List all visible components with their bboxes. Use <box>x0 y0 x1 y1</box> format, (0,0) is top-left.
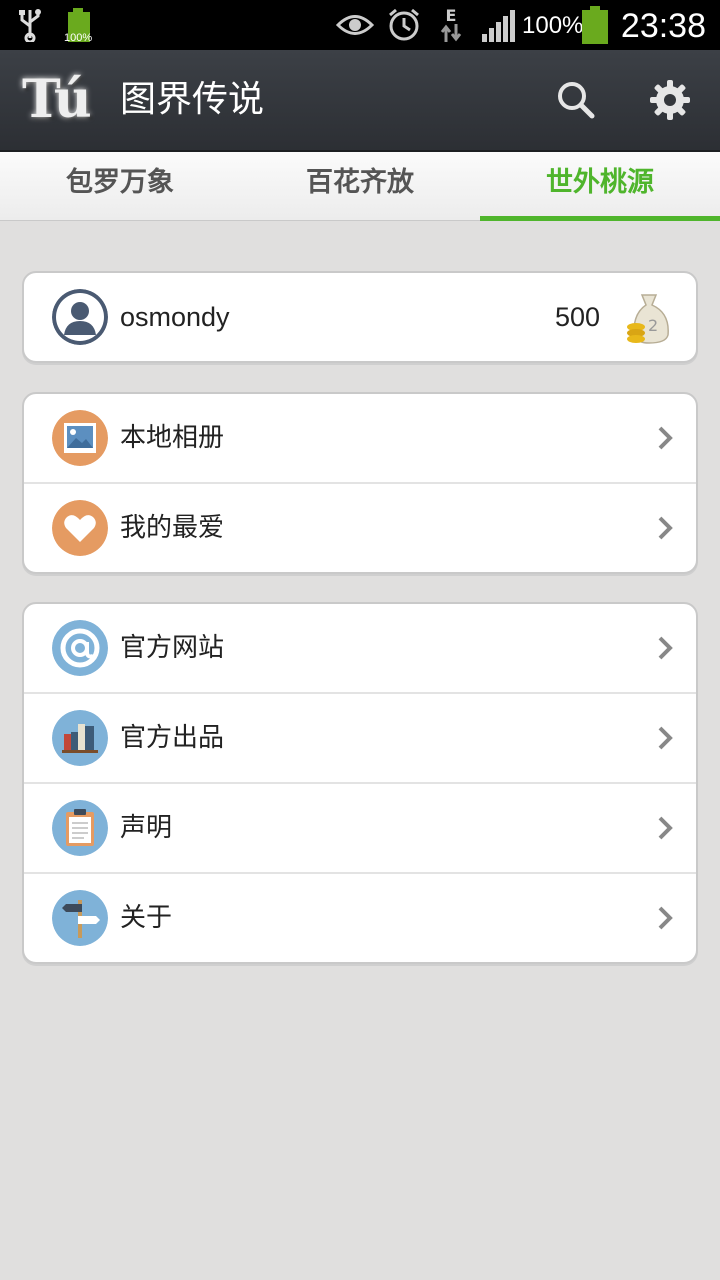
data-activity-icon: E <box>440 0 462 50</box>
list-item-about[interactable]: 关于 <box>24 872 696 962</box>
settings-button[interactable] <box>646 76 694 124</box>
tab-gallery[interactable]: 百花齐放 <box>240 152 480 220</box>
signpost-icon <box>52 890 108 946</box>
app-logo: Tú <box>22 69 92 130</box>
chevron-right-icon <box>658 516 673 540</box>
heart-icon <box>52 500 108 556</box>
battery-small-label: 100% <box>64 32 93 44</box>
chevron-right-icon <box>658 816 673 840</box>
svg-text:2: 2 <box>648 316 658 335</box>
battery-icon <box>582 0 608 50</box>
list-item-favorites[interactable]: 我的最爱 <box>24 482 696 572</box>
list-item-label: 官方出品 <box>120 723 225 753</box>
clipboard-icon <box>52 800 108 856</box>
eye-icon <box>336 0 374 50</box>
chevron-right-icon <box>658 636 673 660</box>
list-item-local-album[interactable]: 本地相册 <box>24 394 696 482</box>
list-item-official-website[interactable]: 官方网站 <box>24 604 696 692</box>
tab-paradise[interactable]: 世外桃源 <box>480 152 720 221</box>
list-item-statement[interactable]: 声明 <box>24 782 696 872</box>
list-item-label: 我的最爱 <box>120 513 225 543</box>
search-button[interactable] <box>552 76 600 124</box>
chevron-right-icon <box>658 906 673 930</box>
battery-percent: 100% <box>522 12 584 39</box>
action-bar: Tú 图界传说 <box>0 50 720 152</box>
app-title: 图界传说 <box>120 79 265 120</box>
chevron-right-icon <box>658 726 673 750</box>
alarm-icon <box>386 0 422 50</box>
user-avatar-icon <box>52 289 108 345</box>
search-icon <box>558 82 595 119</box>
profile-card: osmondy 500 2 <box>22 271 698 363</box>
signal-icon <box>482 0 518 50</box>
list-item-label: 本地相册 <box>120 423 225 453</box>
list-item-label: 声明 <box>120 813 173 843</box>
money-bag-icon: 2 <box>627 294 669 344</box>
at-sign-icon <box>52 620 108 676</box>
photo-icon <box>52 410 108 466</box>
library-card: 本地相册 我的最爱 <box>22 392 698 574</box>
clock-time: 23:38 <box>620 7 706 45</box>
profile-row[interactable]: osmondy 500 2 <box>24 273 696 361</box>
gear-icon <box>650 80 690 120</box>
books-icon <box>52 710 108 766</box>
tab-all[interactable]: 包罗万象 <box>0 152 240 220</box>
coin-balance: 500 <box>554 302 600 332</box>
list-item-label: 关于 <box>120 903 173 933</box>
list-item-label: 官方网站 <box>120 633 225 663</box>
list-item-official-products[interactable]: 官方出品 <box>24 692 696 782</box>
username: osmondy <box>120 302 230 332</box>
tab-bar: 包罗万象 百花齐放 世外桃源 <box>0 152 720 221</box>
chevron-right-icon <box>658 426 673 450</box>
usb-icon <box>18 0 42 50</box>
status-bar: 100% E 100% 23:38 <box>0 0 720 50</box>
info-card: 官方网站 官方出品 声明 关于 <box>22 602 698 964</box>
